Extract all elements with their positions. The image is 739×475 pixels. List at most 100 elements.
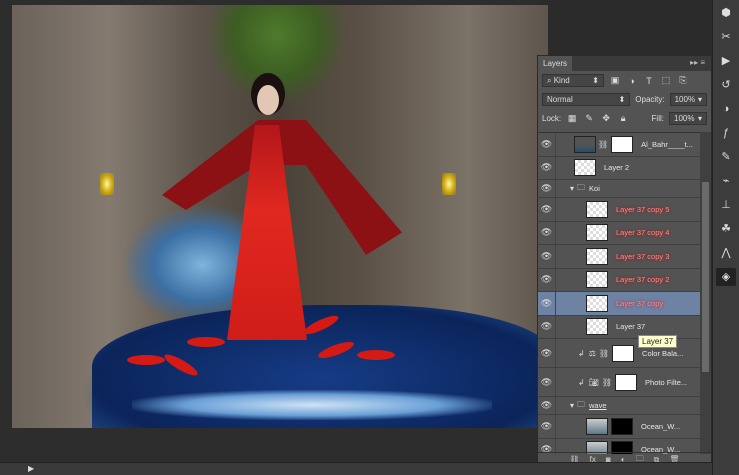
visibility-eye-icon[interactable]: 👁︎ [538, 180, 556, 197]
filter-kind-value: Kind [553, 75, 570, 85]
3d-icon[interactable]: ⬢ [716, 4, 736, 22]
layer-thumbnail [586, 224, 608, 242]
fill-value: 100% [674, 114, 695, 123]
photo-filter-icon: 📷︎ [588, 377, 599, 387]
lock-position-icon[interactable]: ✥ [600, 113, 612, 124]
layer-name: Photo Filte... [645, 377, 688, 387]
layer-row[interactable]: 👁︎ ↲ 📷︎ ⛓︎ Photo Filte... [538, 368, 701, 397]
group-expand-icon[interactable]: ▾ [570, 401, 574, 410]
tools-icon[interactable]: ✂ [716, 28, 736, 46]
koi-fish [127, 355, 165, 365]
link-icon: ⛓︎ [601, 377, 613, 387]
layer-row-selected[interactable]: 👁︎ Layer 37 copy [538, 292, 701, 316]
styles-icon[interactable]: ƒ [716, 124, 736, 142]
layer-name: wave [589, 401, 607, 410]
filter-adjustment-icon[interactable]: ◑ [626, 76, 638, 86]
visibility-eye-icon[interactable]: 👁︎ [538, 245, 556, 268]
visibility-eye-icon[interactable]: 👁︎ [538, 315, 556, 338]
layers-panel-icon[interactable]: ◈ [716, 268, 736, 286]
layer-row[interactable]: 👁︎ Layer 37 copy 3 [538, 245, 701, 269]
layers-list: 👁︎ ⛓︎ Al_Bahr____t... 👁︎ Layer 2 👁︎ ▾ 🗀 Koi 👁︎… [538, 132, 701, 454]
layer-name: Color Bala... [642, 348, 684, 358]
blend-mode-select[interactable]: Normal ⬍ [542, 93, 631, 106]
layer-name: Koi [589, 184, 600, 193]
layer-name: Layer 37 copy 2 [616, 275, 670, 285]
panel-menu-icon[interactable]: ▸▸ ≡ [690, 58, 705, 67]
filter-kind-select[interactable]: ⌕ Kind ⬍ [542, 74, 604, 87]
brush-icon[interactable]: ⌁ [716, 172, 736, 190]
color-balance-icon: ⚖ [588, 348, 596, 358]
layer-row[interactable]: 👁︎ Layer 37 copy 5 [538, 198, 701, 222]
link-icon: ⛓︎ [598, 139, 609, 149]
opacity-input[interactable]: 100% ▾ [669, 93, 707, 106]
filter-type-icon[interactable]: T [643, 76, 655, 86]
visibility-eye-icon[interactable]: 👁︎ [538, 397, 556, 414]
layer-mask-thumbnail [615, 373, 638, 391]
lock-transparent-icon[interactable]: ▦ [566, 113, 578, 124]
group-row[interactable]: 👁︎ ▾ 🗀 Koi [538, 180, 701, 198]
status-bar: ▶ [0, 462, 712, 475]
layer-name: Layer 37 copy 3 [616, 251, 670, 261]
layer-name: Al_Bahr____t... [641, 139, 693, 149]
filter-smart-object-icon[interactable]: ⎘ [677, 75, 689, 86]
history-icon[interactable]: ↺ [716, 76, 736, 94]
visibility-eye-icon[interactable]: 👁︎ [538, 268, 556, 291]
actions-play-icon[interactable]: ▶ [716, 52, 736, 70]
wave-foam [132, 390, 492, 420]
image-canvas[interactable] [12, 5, 548, 428]
layer-row[interactable]: 👁︎ Layer 37 copy 2 [538, 268, 701, 292]
layer-row[interactable]: 👁︎ Ocean_W... [538, 415, 701, 439]
brush-presets-icon[interactable]: ✎ [716, 148, 736, 166]
visibility-eye-icon[interactable]: 👁︎ [538, 415, 556, 438]
status-menu-arrow-icon[interactable]: ▶ [28, 464, 34, 473]
layer-thumbnail [586, 417, 608, 435]
opacity-value: 100% [674, 95, 696, 104]
scrollbar-thumb[interactable] [702, 182, 709, 372]
filter-pixel-icon[interactable]: ▣ [609, 75, 621, 86]
layer-thumbnail [574, 135, 596, 153]
folder-icon: 🗀 [577, 182, 586, 192]
layer-row[interactable]: 👁︎ Layer 2 [538, 156, 701, 180]
visibility-eye-icon[interactable]: 👁︎ [538, 292, 556, 315]
layer-row[interactable]: 👁︎ Layer 37 copy 4 [538, 221, 701, 245]
layer-thumbnail [586, 200, 608, 218]
visibility-eye-icon[interactable]: 👁︎ [538, 198, 556, 221]
group-row[interactable]: 👁︎ ▾ 🗀 wave [538, 397, 701, 415]
link-icon: ⛓︎ [598, 348, 610, 358]
layers-scrollbar[interactable] [700, 132, 711, 454]
koi-fish [357, 350, 395, 360]
lantern [100, 173, 114, 195]
tab-layers[interactable]: Layers [538, 56, 573, 71]
layer-row[interactable]: 👁︎ ⛓︎ Al_Bahr____t... [538, 133, 701, 157]
layer-name: Layer 37 copy 5 [616, 204, 670, 214]
layer-name: Layer 37 copy 4 [616, 228, 670, 238]
opacity-label: Opacity: [635, 95, 665, 104]
lock-brush-icon[interactable]: ✎ [583, 113, 595, 124]
layer-name: Ocean_W... [641, 421, 681, 431]
document-workspace [0, 0, 548, 462]
paths-icon[interactable]: ⋀ [716, 244, 736, 262]
fill-input[interactable]: 100% ▾ [669, 112, 707, 125]
layer-mask-thumbnail [611, 135, 634, 153]
adjustments-icon[interactable]: ◑ [716, 100, 736, 118]
visibility-eye-icon[interactable]: 👁︎ [538, 156, 556, 179]
layer-thumbnail [574, 159, 596, 177]
group-expand-icon[interactable]: ▾ [570, 184, 574, 193]
layer-thumbnail [586, 271, 608, 289]
clone-source-icon[interactable]: ⊥ [716, 196, 736, 214]
layer-name: Layer 37 copy [616, 298, 664, 308]
lock-all-icon[interactable]: 🔒︎ [617, 113, 629, 124]
visibility-eye-icon[interactable]: 👁︎ [538, 339, 556, 367]
layer-thumbnail [586, 247, 608, 265]
channels-icon[interactable]: ☘ [716, 220, 736, 238]
layers-panel: Layers ▸▸ ≡ ⌕ Kind ⬍ ▣ ◑ T ⬚ ⎘ Normal ⬍ Op… [537, 55, 712, 467]
visibility-eye-icon[interactable]: 👁︎ [538, 368, 556, 396]
tooltip: Layer 37 [638, 335, 678, 348]
layer-mask-thumbnail [612, 344, 635, 362]
visibility-eye-icon[interactable]: 👁︎ [538, 221, 556, 244]
visibility-eye-icon[interactable]: 👁︎ [538, 133, 556, 156]
lantern [442, 173, 456, 195]
filter-shape-icon[interactable]: ⬚ [660, 75, 672, 86]
fill-label: Fill: [651, 114, 664, 123]
layer-mask-thumbnail [611, 417, 633, 435]
